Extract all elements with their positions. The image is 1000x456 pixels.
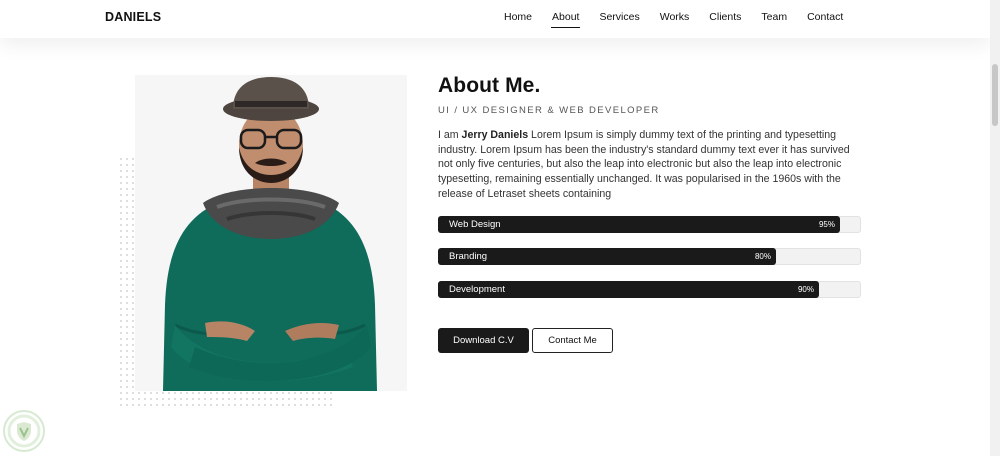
skill-bar-fill xyxy=(438,248,776,265)
decorative-dot-pattern xyxy=(118,156,136,391)
nav-home[interactable]: Home xyxy=(504,11,532,23)
site-logo[interactable]: DANIELS xyxy=(105,10,161,24)
skill-percent: 90% xyxy=(797,285,814,294)
nav-services[interactable]: Services xyxy=(599,11,639,23)
skill-label: Branding xyxy=(449,251,488,262)
skill-bar-development: Development 90% xyxy=(438,281,861,298)
shield-badge-icon xyxy=(3,410,45,452)
contact-me-button[interactable]: Contact Me xyxy=(532,328,613,353)
decorative-dot-pattern xyxy=(118,390,336,406)
page-scrollbar[interactable] xyxy=(990,0,1000,456)
nav-clients[interactable]: Clients xyxy=(709,11,741,23)
about-intro-prefix: I am xyxy=(438,129,462,141)
nav-about[interactable]: About xyxy=(550,11,581,28)
nav-team[interactable]: Team xyxy=(761,11,787,23)
skill-label: Web Design xyxy=(449,219,501,230)
skill-percent: 95% xyxy=(818,220,835,229)
site-header: DANIELS Home About Services Works Client… xyxy=(0,0,990,38)
skill-bar-web-design: Web Design 95% xyxy=(438,216,861,233)
about-heading: About Me. xyxy=(438,74,541,97)
scrollbar-thumb[interactable] xyxy=(992,64,998,126)
nav-works[interactable]: Works xyxy=(660,11,690,23)
download-cv-button[interactable]: Download C.V xyxy=(438,328,529,353)
about-subtitle: UI / UX DESIGNER & WEB DEVELOPER xyxy=(438,105,660,116)
about-name: Jerry Daniels xyxy=(461,129,529,141)
main-nav: Home About Services Works Clients Team C… xyxy=(504,11,843,28)
skill-percent: 80% xyxy=(754,252,771,261)
skill-label: Development xyxy=(449,284,505,295)
nav-contact[interactable]: Contact xyxy=(807,11,843,23)
about-description: I am Jerry Daniels Lorem Ipsum is simply… xyxy=(438,128,863,202)
shield-badge-icon xyxy=(7,414,41,448)
skill-bar-branding: Branding 80% xyxy=(438,248,861,265)
profile-photo xyxy=(135,75,407,391)
profile-portrait-illustration xyxy=(163,77,377,391)
